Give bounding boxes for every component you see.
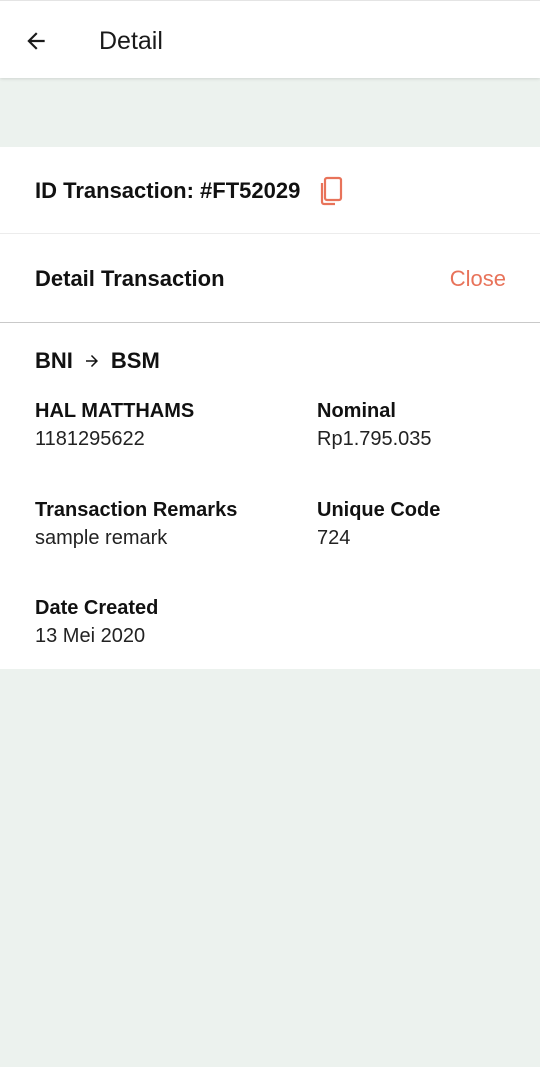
- nominal-value: Rp1.795.035: [317, 428, 432, 450]
- unique-code-label: Unique Code: [317, 499, 441, 521]
- to-bank: BSM: [110, 348, 160, 373]
- remarks-label: Transaction Remarks: [35, 499, 238, 521]
- detail-transaction-header: Detail Transaction Close: [0, 234, 540, 323]
- arrow-left-icon: [27, 32, 45, 50]
- transaction-id: ID Transaction: #FT52029: [35, 178, 301, 203]
- page-title: Detail: [99, 27, 163, 55]
- copy-icon: [320, 176, 343, 206]
- date-created-value: 13 Mei 2020: [35, 625, 146, 647]
- close-button[interactable]: Close: [450, 265, 506, 293]
- transaction-card: ID Transaction: #FT52029 Detail Transact…: [0, 147, 540, 669]
- arrow-right-icon: [83, 352, 101, 370]
- account-name: HAL MATTHAMS: [35, 400, 195, 422]
- detail-transaction-title: Detail Transaction: [35, 266, 225, 291]
- transaction-id-row: ID Transaction: #FT52029: [0, 147, 540, 234]
- account-number: 1181295622: [35, 428, 145, 450]
- app-bar: Detail: [0, 0, 540, 78]
- unique-code-value: 724: [317, 527, 351, 549]
- date-created-label: Date Created: [35, 597, 159, 619]
- nominal-label: Nominal: [317, 400, 396, 422]
- bank-route: BNI BSM: [35, 347, 160, 375]
- back-button[interactable]: [20, 25, 52, 57]
- from-bank: BNI: [35, 348, 73, 373]
- remarks-value: sample remark: [35, 527, 168, 549]
- copy-button[interactable]: [318, 176, 344, 206]
